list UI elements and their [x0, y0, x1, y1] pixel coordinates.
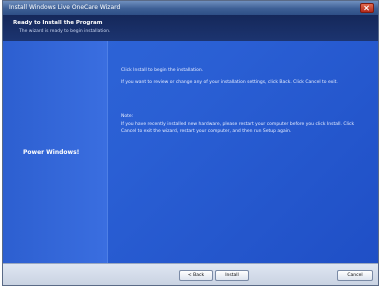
- review-text: If you want to review or change any of y…: [121, 80, 338, 85]
- close-button[interactable]: [360, 3, 374, 13]
- header-title: Ready to Install the Program: [13, 20, 103, 26]
- wizard-header: Ready to Install the Program The wizard …: [3, 15, 378, 41]
- back-button[interactable]: < Back: [179, 270, 213, 281]
- panel-divider: [107, 41, 108, 263]
- title-bar: Install Windows Live OneCare Wizard: [3, 1, 378, 15]
- window-title: Install Windows Live OneCare Wizard: [9, 4, 121, 11]
- wizard-content: Power Windows! Click Install to begin th…: [3, 41, 378, 263]
- install-button[interactable]: Install: [215, 270, 249, 281]
- wizard-footer: < Back Install Cancel: [3, 263, 378, 285]
- note-heading: Note:: [121, 114, 134, 119]
- side-panel-label: Power Windows!: [23, 149, 80, 156]
- side-panel: Power Windows!: [3, 41, 107, 263]
- instruction-text: Click Install to begin the installation.: [121, 68, 204, 73]
- cancel-button[interactable]: Cancel: [337, 270, 373, 281]
- note-text-2: Cancel to exit the wizard, restart your …: [121, 129, 292, 134]
- note-text-1: If you have recently installed new hardw…: [121, 122, 355, 127]
- header-subtitle: The wizard is ready to begin installatio…: [19, 29, 111, 34]
- installer-window: Install Windows Live OneCare Wizard Read…: [2, 0, 379, 286]
